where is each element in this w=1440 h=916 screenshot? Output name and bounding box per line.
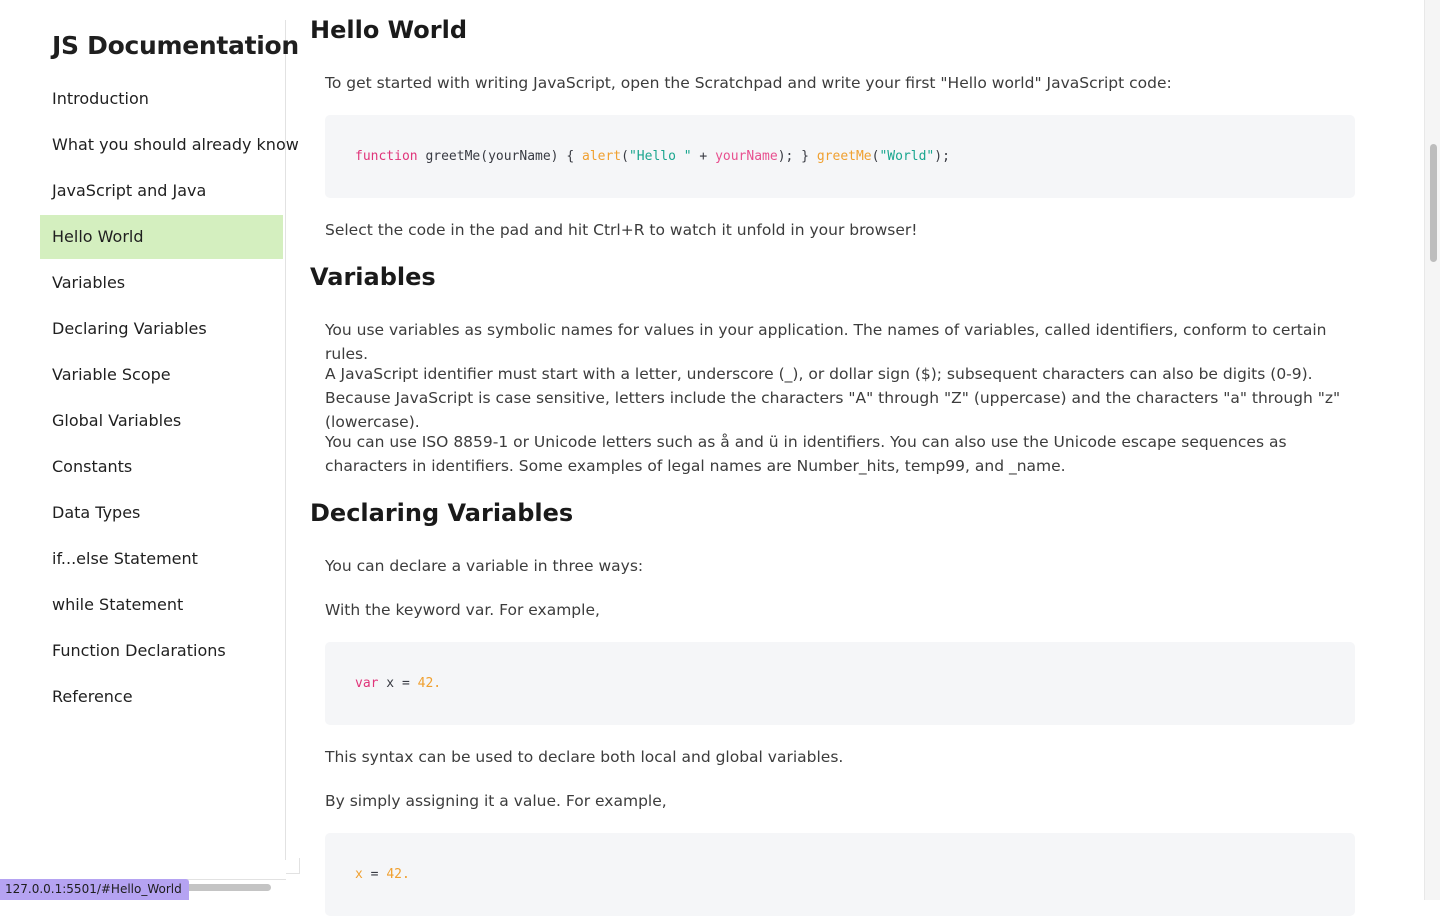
code-token: yourName xyxy=(715,149,778,164)
code-token: 42. xyxy=(417,676,442,691)
code-token: 42. xyxy=(386,867,410,882)
nav-link[interactable]: JavaScript and Java xyxy=(40,169,283,213)
code-token: greetMe(yourName) { xyxy=(417,149,582,164)
nav-link[interactable]: Data Types xyxy=(40,491,283,535)
paragraph: You can declare a variable in three ways… xyxy=(325,557,644,575)
paragraph: You use variables as symbolic names for … xyxy=(325,321,1327,363)
paragraph: With the keyword var. For example, xyxy=(325,601,600,619)
code-token: "Hello " xyxy=(628,149,692,164)
nav-link[interactable]: Hello World xyxy=(40,215,283,259)
code-block: var x = 42. xyxy=(325,642,1355,725)
paragraph: To get started with writing JavaScript, … xyxy=(325,74,1172,92)
section-title-variables: Variables xyxy=(310,263,436,291)
nav-link[interactable]: Function Declarations xyxy=(40,629,283,673)
vertical-scrollbar[interactable] xyxy=(1424,0,1440,900)
code-token: + xyxy=(691,149,716,164)
nav-link[interactable]: Reference xyxy=(40,675,283,719)
nav-link[interactable]: Variable Scope xyxy=(40,353,283,397)
code-block: x = 42. xyxy=(325,833,1355,916)
code-token: "World" xyxy=(879,149,935,164)
code-token: ); } xyxy=(777,149,817,164)
code-token: x xyxy=(355,867,363,882)
paragraph: By simply assigning it a value. For exam… xyxy=(325,792,667,810)
navbar: JS Documentation Introduction What you sh… xyxy=(0,20,299,891)
code-token: greetMe xyxy=(816,149,872,164)
sidebar-corner xyxy=(286,858,300,874)
nav-link[interactable]: What you should already know xyxy=(40,123,299,167)
paragraph: Select the code in the pad and hit Ctrl+… xyxy=(325,221,918,239)
nav-link[interactable]: Variables xyxy=(40,261,283,305)
nav-title: JS Documentation xyxy=(52,31,299,60)
vertical-scrollbar-thumb[interactable] xyxy=(1430,144,1437,262)
code-block: function greetMe(yourName) { alert("Hell… xyxy=(325,115,1355,198)
code-token: = xyxy=(362,867,387,882)
code-token: x = xyxy=(378,676,418,691)
code-token: ( xyxy=(621,149,629,164)
code-token: alert xyxy=(582,149,622,164)
nav-link[interactable]: while Statement xyxy=(40,583,283,627)
section-title-declaring-variables: Declaring Variables xyxy=(310,499,574,527)
nav-link[interactable]: Introduction xyxy=(40,77,283,121)
section-title-hello-world: Hello World xyxy=(310,16,468,44)
main-doc: Hello World To get started with writing … xyxy=(300,0,1424,916)
nav-link[interactable]: Declaring Variables xyxy=(40,307,283,351)
nav-link[interactable]: Constants xyxy=(40,445,283,489)
code-token: function xyxy=(355,149,418,164)
paragraph: You can use ISO 8859-1 or Unicode letter… xyxy=(325,433,1287,475)
nav-link[interactable]: Global Variables xyxy=(40,399,283,443)
code-token: var xyxy=(355,676,379,691)
code-token: ); xyxy=(934,149,950,164)
paragraph: A JavaScript identifier must start with … xyxy=(325,365,1341,431)
status-bar-url: 127.0.0.1:5501/#Hello_World xyxy=(0,879,189,900)
paragraph: This syntax can be used to declare both … xyxy=(325,748,844,766)
nav-link[interactable]: if...else Statement xyxy=(40,537,283,581)
